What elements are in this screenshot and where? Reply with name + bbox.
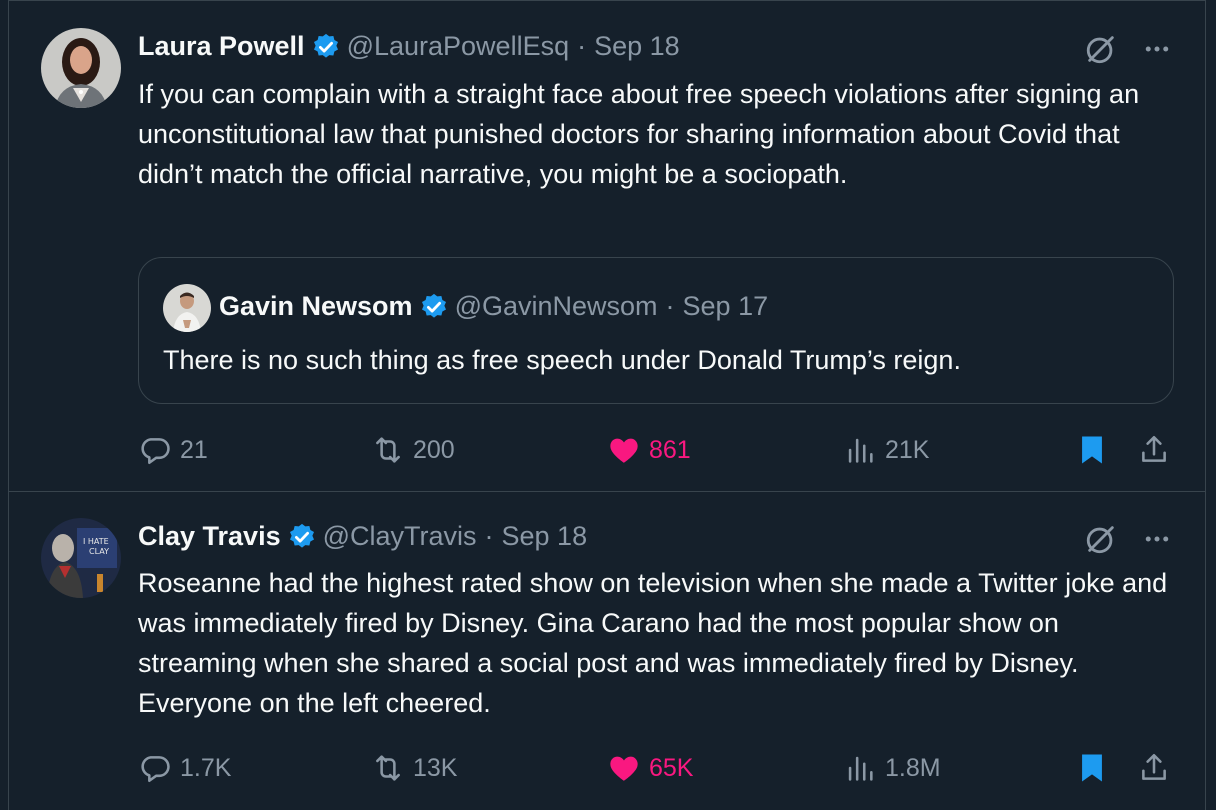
quote-header: Gavin Newsom @GavinNewsom · Sep 17: [219, 291, 768, 322]
quote-author-name: Gavin Newsom: [219, 291, 413, 321]
like-count: 861: [649, 435, 691, 464]
action-bar: 21 200 861 21K: [9, 430, 1205, 470]
tweet-header: Clay Travis @ClayTravis · Sep 18: [138, 521, 587, 552]
reply-icon: [141, 756, 170, 783]
separator: ·: [577, 31, 587, 61]
avatar[interactable]: I HATE CLAY: [41, 518, 121, 598]
reply-icon: [141, 438, 170, 465]
like-icon: [610, 438, 638, 463]
quote-date: Sep 17: [682, 291, 769, 321]
more-icon[interactable]: [1142, 524, 1172, 554]
view-count: 21K: [885, 435, 930, 464]
reply-button[interactable]: 1.7K: [138, 748, 231, 788]
grok-icon[interactable]: [1084, 32, 1118, 66]
avatar[interactable]: [41, 28, 121, 108]
views-icon: [848, 438, 873, 463]
repost-count: 200: [413, 435, 455, 464]
more-icon[interactable]: [1142, 34, 1172, 64]
svg-text:I HATE: I HATE: [83, 537, 109, 546]
reply-count: 1.7K: [180, 753, 232, 782]
repost-icon: [376, 755, 400, 781]
verified-badge-icon: [313, 33, 338, 58]
separator: ·: [665, 291, 675, 321]
tweet-clay-travis[interactable]: I HATE CLAY Clay Travis @ClayTravis · Se…: [9, 492, 1205, 810]
like-button[interactable]: 861: [607, 430, 691, 470]
views-button[interactable]: 1.8M: [843, 748, 941, 788]
bookmark-icon[interactable]: [1075, 751, 1109, 785]
share-icon[interactable]: [1137, 433, 1171, 467]
quote-text: There is no such thing as free speech un…: [163, 345, 961, 375]
bookmark-icon[interactable]: [1075, 433, 1109, 467]
repost-button[interactable]: 200: [371, 430, 455, 470]
repost-icon: [376, 437, 400, 463]
repost-button[interactable]: 13K: [371, 748, 457, 788]
like-button[interactable]: 65K: [607, 748, 693, 788]
like-count: 65K: [649, 753, 694, 782]
tweet-header: Laura Powell @LauraPowellEsq · Sep 18: [138, 31, 680, 62]
share-icon[interactable]: [1137, 751, 1171, 785]
tweet-date[interactable]: Sep 18: [502, 521, 588, 552]
views-button[interactable]: 21K: [843, 430, 929, 470]
svg-text:CLAY: CLAY: [89, 547, 109, 556]
views-icon: [848, 756, 873, 781]
action-bar: 1.7K 13K 65K 1.8M: [9, 748, 1205, 788]
view-count: 1.8M: [885, 753, 941, 782]
author-name[interactable]: Clay Travis: [138, 521, 281, 552]
author-handle[interactable]: @LauraPowellEsq: [347, 31, 570, 62]
tweet-text: If you can complain with a straight face…: [138, 79, 1140, 189]
quoted-tweet[interactable]: Gavin Newsom @GavinNewsom · Sep 17 There…: [138, 257, 1174, 404]
grok-icon[interactable]: [1084, 522, 1118, 556]
tweet-date[interactable]: Sep 18: [594, 31, 680, 62]
quote-avatar[interactable]: [163, 284, 211, 332]
author-name[interactable]: Laura Powell: [138, 31, 305, 62]
tweet-text: Roseanne had the highest rated show on t…: [138, 568, 1168, 718]
repost-count: 13K: [413, 753, 458, 782]
like-icon: [610, 756, 638, 781]
verified-badge-icon: [421, 293, 446, 318]
verified-badge-icon: [289, 523, 314, 548]
reply-button[interactable]: 21: [138, 430, 208, 470]
tweet-laura-powell[interactable]: Laura Powell @LauraPowellEsq · Sep 18 If…: [9, 0, 1205, 492]
reply-count: 21: [180, 435, 208, 464]
author-handle[interactable]: @ClayTravis: [323, 521, 477, 552]
timeline: Laura Powell @LauraPowellEsq · Sep 18 If…: [8, 0, 1206, 810]
separator: ·: [484, 521, 494, 551]
quote-author-handle: @GavinNewsom: [454, 291, 658, 321]
